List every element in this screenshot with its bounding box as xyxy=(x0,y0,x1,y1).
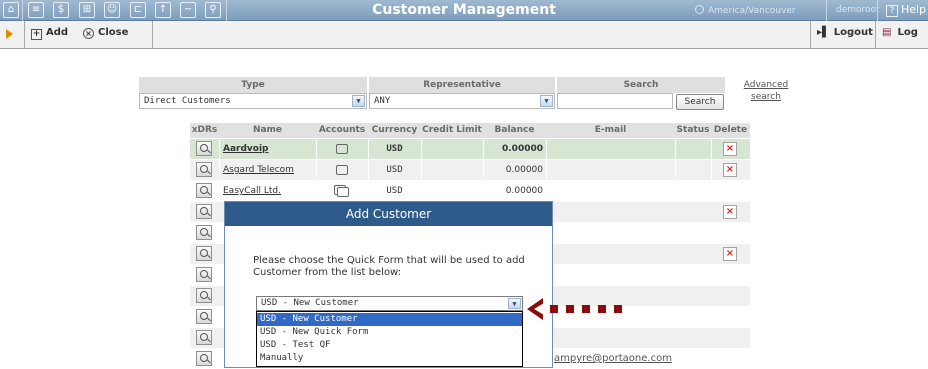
quick-form-option[interactable]: USD - New Customer xyxy=(257,313,522,326)
quick-form-option[interactable]: Manually xyxy=(257,352,522,365)
type-select[interactable]: Direct Customers ▼ xyxy=(139,93,367,109)
xdr-search-icon[interactable] xyxy=(196,330,212,345)
delete-icon[interactable]: × xyxy=(723,142,737,156)
log-label: Log xyxy=(897,27,918,38)
logout-button[interactable]: ▸▌ Logout xyxy=(817,27,873,38)
dialog-message: Please choose the Quick Form that will b… xyxy=(253,255,525,278)
add-button[interactable]: + Add xyxy=(31,27,68,40)
xdr-search-icon[interactable] xyxy=(196,225,212,240)
clock-icon xyxy=(695,5,704,14)
separator xyxy=(875,21,876,49)
balance-cell: 0.00000 xyxy=(505,186,543,196)
delete-icon[interactable]: × xyxy=(723,163,737,177)
search-input[interactable] xyxy=(557,93,673,109)
xdr-search-icon[interactable] xyxy=(196,204,212,219)
search-button[interactable]: Search xyxy=(676,94,724,110)
timezone-link[interactable]: America/Vancouver xyxy=(695,5,796,16)
search-header: Search xyxy=(557,77,725,93)
add-customer-dialog: Add Customer Please choose the Quick For… xyxy=(224,201,553,368)
advanced-search-line2: search xyxy=(751,92,781,102)
plus-icon: + xyxy=(31,29,42,40)
close-icon: × xyxy=(83,28,94,39)
delete-icon[interactable]: × xyxy=(723,205,737,219)
table-row: Aardvoip USD 0.00000 × xyxy=(190,139,750,159)
separator xyxy=(152,21,153,49)
toolbar: + Add × Close ▸▌ Logout ▤ Log xyxy=(0,21,928,49)
currency-cell: USD xyxy=(386,165,403,175)
close-label: Close xyxy=(98,27,129,38)
top-bar: ⌂ ≡ $ ⊞ ☺ ⊏ ↑ ~ ⚲ Customer Management Am… xyxy=(0,0,928,21)
balance-cell: 0.00000 xyxy=(502,144,543,154)
table-header: xDRs Name Accounts Currency Credit Limit… xyxy=(190,123,750,138)
xdr-search-icon[interactable] xyxy=(196,351,212,366)
customer-name-link[interactable]: EasyCall Ltd. xyxy=(223,181,281,201)
timezone-label: America/Vancouver xyxy=(708,6,796,16)
accounts-stack-icon[interactable] xyxy=(337,187,349,197)
representative-select-value: ANY xyxy=(374,96,391,106)
chevron-down-icon[interactable]: ▼ xyxy=(540,95,553,107)
customer-name-link[interactable]: Aardvoip xyxy=(223,139,269,159)
close-button[interactable]: × Close xyxy=(83,27,128,39)
column-header-status[interactable]: Status xyxy=(675,123,711,138)
quick-form-select-value: USD - New Customer xyxy=(261,298,359,308)
quick-form-option[interactable]: USD - New Quick Form xyxy=(257,326,522,339)
log-button[interactable]: ▤ Log xyxy=(882,27,918,38)
quick-form-select[interactable]: USD - New Customer ▼ xyxy=(256,296,523,311)
logout-icon: ▸▌ xyxy=(817,27,830,38)
help-icon: ? xyxy=(886,5,898,17)
xdr-search-icon[interactable] xyxy=(196,267,212,282)
type-header: Type xyxy=(139,77,367,93)
type-select-value: Direct Customers xyxy=(144,96,231,106)
advanced-search-link[interactable]: Advanced search xyxy=(736,79,796,103)
column-header-currency[interactable]: Currency xyxy=(368,123,421,138)
arrow-dash xyxy=(566,305,574,313)
xdr-search-icon[interactable] xyxy=(196,288,212,303)
email-link[interactable]: ampyre@portaone.com xyxy=(554,353,672,364)
user-name: demoroot xyxy=(836,5,880,15)
column-header-xdrs[interactable]: xDRs xyxy=(190,123,219,138)
account-icon[interactable] xyxy=(336,144,348,154)
column-header-accounts[interactable]: Accounts xyxy=(316,123,368,138)
xdr-search-icon[interactable] xyxy=(196,309,212,324)
xdr-search-icon[interactable] xyxy=(196,162,212,177)
column-header-credit-limit[interactable]: Credit Limit xyxy=(421,123,483,138)
table-row: Asgard Telecom USD 0.00000 × xyxy=(190,160,750,180)
help-link[interactable]: ? Help xyxy=(886,3,926,17)
delete-icon[interactable]: × xyxy=(723,247,737,261)
xdr-search-icon[interactable] xyxy=(196,183,212,198)
quick-form-option[interactable]: USD - Test QF xyxy=(257,339,522,352)
representative-header: Representative xyxy=(369,77,555,93)
xdr-search-icon[interactable] xyxy=(196,141,212,156)
separator xyxy=(877,0,878,21)
currency-cell: USD xyxy=(386,186,403,196)
quick-form-options: USD - New Customer USD - New Quick Form … xyxy=(256,311,523,367)
currency-cell: USD xyxy=(386,144,403,154)
account-icon[interactable] xyxy=(336,165,348,175)
chevron-down-icon[interactable]: ▼ xyxy=(508,298,521,309)
representative-select[interactable]: ANY ▼ xyxy=(369,93,555,109)
xdr-search-icon[interactable] xyxy=(196,246,212,261)
column-header-balance[interactable]: Balance xyxy=(483,123,546,138)
logout-label: Logout xyxy=(833,27,873,38)
arrow-dash xyxy=(582,305,590,313)
add-label: Add xyxy=(46,27,69,38)
separator xyxy=(826,0,827,21)
column-header-delete[interactable]: Delete xyxy=(711,123,750,138)
dialog-title: Add Customer xyxy=(225,202,552,226)
arrow-dash xyxy=(598,305,606,313)
table-row: EasyCall Ltd. USD 0.00000 xyxy=(190,181,750,201)
separator xyxy=(24,21,25,49)
chevron-down-icon[interactable]: ▼ xyxy=(352,95,365,107)
arrow-right-icon xyxy=(6,29,13,39)
separator xyxy=(810,21,811,49)
customer-name-link[interactable]: Asgard Telecom xyxy=(223,160,294,180)
help-label: Help xyxy=(901,3,927,16)
arrow-dash xyxy=(550,305,558,313)
balance-cell: 0.00000 xyxy=(505,165,543,175)
column-header-email[interactable]: E-mail xyxy=(546,123,675,138)
arrow-dash xyxy=(614,305,622,313)
log-icon: ▤ xyxy=(882,27,892,38)
column-header-name[interactable]: Name xyxy=(219,123,316,138)
advanced-search-line1: Advanced xyxy=(743,80,789,90)
